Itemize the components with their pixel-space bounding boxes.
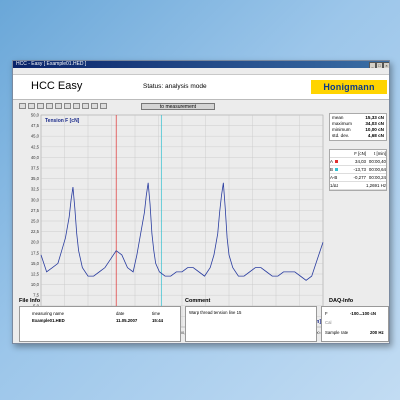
file-info-box: measuring name Example01.HED date 11.05.… <box>19 306 181 342</box>
filter-icon[interactable] <box>73 103 80 109</box>
comment-title: Comment <box>185 298 211 304</box>
y-tick-label: 27,5 <box>31 208 40 213</box>
y-axis-label: Tension F [cN] <box>45 118 80 124</box>
export-icon[interactable] <box>82 103 89 109</box>
cursor-time: 00:00,40 <box>368 159 386 164</box>
measure-icon[interactable] <box>64 103 71 109</box>
window-title: HCC - Easy [ Example01.HED ] <box>16 61 87 67</box>
chart-grid <box>40 114 324 328</box>
y-tick-label: 40,0 <box>31 155 40 160</box>
y-tick-label: 25,0 <box>31 219 40 224</box>
y-tick-label: 30,0 <box>31 197 40 202</box>
comment-box[interactable]: Warp thread tension line 15 <box>185 306 317 342</box>
red-marker-icon <box>334 160 338 164</box>
cursor-label: B <box>330 167 333 172</box>
y-tick-label: 47,5 <box>31 123 40 128</box>
date-label: date <box>116 311 125 316</box>
cursor-row-a[interactable]: A 34,03 00:00,40 <box>330 158 386 166</box>
y-tick-label: 35,0 <box>31 176 40 181</box>
y-tick-label: 20,0 <box>31 240 40 245</box>
cursor-force <box>344 182 366 189</box>
daq-info-title: DAQ-Info <box>329 298 354 304</box>
info-section: File Info measuring name Example01.HED d… <box>13 297 389 343</box>
daq-info-box: F -100...100 cN Cal Sample rate 200 Hz <box>321 306 389 342</box>
cursor-label: A-B <box>330 175 338 180</box>
cursor-force: 34,03 <box>355 159 366 164</box>
to-measurement-button[interactable]: to measurement <box>141 103 215 110</box>
cursor-label: A <box>330 159 333 164</box>
y-tick-label: 12,5 <box>31 272 40 277</box>
y-tick-label: 45,0 <box>31 134 40 139</box>
y-tick-label: 10,0 <box>31 282 40 287</box>
zoom-in-icon[interactable] <box>19 103 26 109</box>
cursor-row-b[interactable]: B -13,73 00:00,64 <box>330 166 386 174</box>
col-header <box>330 150 344 157</box>
cursor-label: 1/Δt <box>330 183 338 188</box>
zoom-out-icon[interactable] <box>28 103 35 109</box>
cursor-table-header: F [cN] t [min] <box>330 150 386 158</box>
cursor-row-freq: 1/Δt 1,2691 Hz <box>330 182 386 190</box>
y-tick-label: 50,0 <box>31 113 40 118</box>
stats-box: mean 15,33 cN maximum 34,03 cN minimum 10,0… <box>329 113 387 141</box>
date-value: 11.05.2007 <box>116 318 138 323</box>
cursor-force: -13,73 <box>353 167 366 172</box>
cyan-marker-icon <box>334 168 338 172</box>
cursor-time: 00:00,64 <box>368 167 386 172</box>
stat-value: 4,68 cN <box>367 133 384 138</box>
col-header-force: F [cN] <box>354 151 366 156</box>
y-tick-label: 32,5 <box>31 187 40 192</box>
cursor-icon[interactable] <box>55 103 62 109</box>
pan-right-icon[interactable] <box>46 103 53 109</box>
daq-label: Sample rate <box>325 330 349 335</box>
app-header: HCC Easy Status: analysis mode Honigmann <box>13 75 389 100</box>
cursor-freq: 1,2691 Hz <box>366 183 387 188</box>
menu-bar: File Output Settings Help <box>13 68 389 82</box>
file-info-title: File Info <box>19 298 41 304</box>
brand-logo: Honigmann <box>311 80 387 94</box>
y-tick-label: 17,5 <box>31 250 40 255</box>
cursor-row-diff: A-B -0,277 00:00,24 <box>330 174 386 182</box>
status-text: Status: analysis mode <box>143 83 207 90</box>
y-tick-label: 22,5 <box>31 229 40 234</box>
stat-label: std. dev. <box>332 133 350 138</box>
daq-label: F <box>325 311 328 316</box>
stats-panel: mean 15,33 cN maximum 34,03 cN minimum 10,0… <box>329 113 387 191</box>
measuring-name-label: measuring name <box>32 311 65 316</box>
daq-value: -100...100 cN <box>350 311 377 316</box>
daq-label: Cal <box>325 320 332 325</box>
title-bar: HCC - Easy [ Example01.HED ] _ □ × <box>13 61 389 69</box>
comment-text: Warp thread tension line 15 <box>189 310 242 315</box>
app-title: HCC Easy <box>31 80 83 92</box>
time-label: time <box>152 311 161 316</box>
print-icon[interactable] <box>91 103 98 109</box>
time-value: 15:44 <box>152 318 163 323</box>
y-tick-label: 15,0 <box>31 261 40 266</box>
stat-row: std. dev. 4,68 cN <box>332 133 384 139</box>
cursor-table: F [cN] t [min] A 34,03 00:00,40 B -13,73… <box>329 149 387 191</box>
daq-value: 200 Hz <box>370 330 384 335</box>
y-tick-label: 37,5 <box>31 166 40 171</box>
cursor-force: -0,277 <box>353 175 366 180</box>
app-window: HCC - Easy [ Example01.HED ] _ □ × File … <box>12 60 390 344</box>
cursor-time: 00:00,24 <box>368 175 386 180</box>
col-header-time: t [min] <box>374 151 386 156</box>
measuring-name: Example01.HED <box>32 318 65 323</box>
y-tick-label: 42,5 <box>31 144 40 149</box>
fit-icon[interactable] <box>100 103 107 109</box>
pan-left-icon[interactable] <box>37 103 44 109</box>
